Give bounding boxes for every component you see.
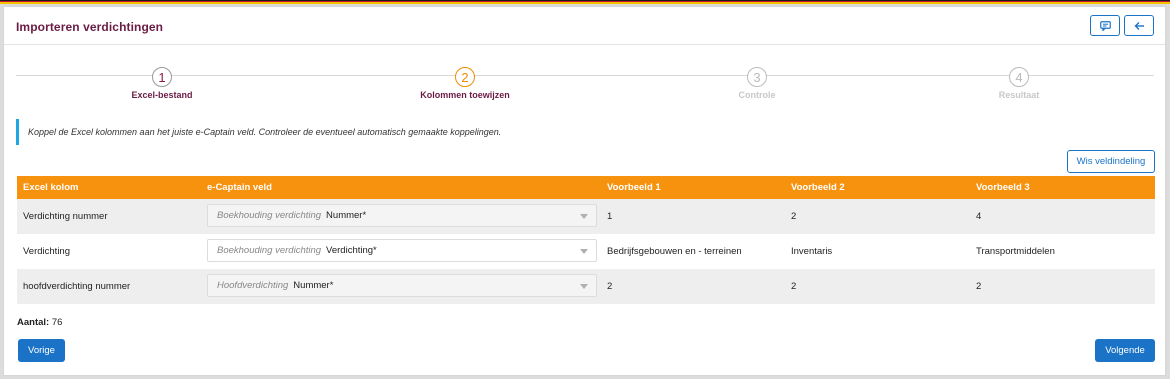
field-value: Nummer* xyxy=(326,210,367,221)
column-header: Voorbeeld 2 xyxy=(785,176,970,199)
example-cell: 4 xyxy=(970,199,1155,234)
step-number: 3 xyxy=(747,67,767,87)
info-message: Koppel de Excel kolommen aan het juiste … xyxy=(16,119,501,145)
page-title: Importeren verdichtingen xyxy=(16,20,164,34)
step-number: 2 xyxy=(455,67,475,87)
field-cell: Hoofdverdichting Nummer* xyxy=(201,269,601,304)
step-label: Excel-bestand xyxy=(131,90,193,100)
table-row: Verdichting Boekhouding verdichting Verd… xyxy=(17,234,1155,269)
previous-button[interactable]: Vorige xyxy=(18,339,65,362)
example-cell: 2 xyxy=(970,269,1155,304)
column-header: Voorbeeld 3 xyxy=(970,176,1155,199)
step-label: Kolommen toewijzen xyxy=(420,90,510,100)
back-button[interactable] xyxy=(1124,15,1154,36)
field-select[interactable]: Boekhouding verdichting Verdichting* xyxy=(207,239,597,262)
step-controle: 3 Controle xyxy=(687,67,827,100)
field-group: Hoofdverdichting xyxy=(217,280,289,291)
chevron-down-icon xyxy=(580,284,588,289)
field-select[interactable]: Boekhouding verdichting Nummer* xyxy=(207,204,597,227)
comment-button[interactable] xyxy=(1090,15,1120,36)
mapping-table: Excel kolom e-Captain veld Voorbeeld 1 V… xyxy=(17,176,1155,304)
example-cell: 1 xyxy=(601,199,785,234)
field-value: Verdichting* xyxy=(326,245,377,256)
excel-column-cell: hoofdverdichting nummer xyxy=(17,269,201,304)
chevron-down-icon xyxy=(580,214,588,219)
comment-icon xyxy=(1099,20,1111,31)
field-cell: Boekhouding verdichting Verdichting* xyxy=(201,234,601,269)
example-cell: Bedrijfsgebouwen en - terreinen xyxy=(607,246,742,257)
step-resultaat: 4 Resultaat xyxy=(949,67,1089,100)
row-count: Aantal: 76 xyxy=(17,317,62,328)
clear-mapping-button[interactable]: Wis veldindeling xyxy=(1067,150,1155,173)
arrow-left-icon xyxy=(1134,21,1144,30)
table-row: Verdichting nummer Boekhouding verdichti… xyxy=(17,199,1155,234)
step-label: Resultaat xyxy=(998,90,1040,100)
next-button[interactable]: Volgende xyxy=(1095,339,1155,362)
example-cell: Inventaris xyxy=(791,246,833,257)
example-cell: 2 xyxy=(785,269,970,304)
chevron-down-icon xyxy=(580,249,588,254)
field-value: Nummer* xyxy=(293,280,334,291)
example-cell: Transportmiddelen xyxy=(976,246,1055,257)
row-count-label: Aantal: xyxy=(17,317,50,328)
card-header: Importeren verdichtingen xyxy=(4,7,1165,45)
table-header-row: Excel kolom e-Captain veld Voorbeeld 1 V… xyxy=(17,176,1155,199)
column-header: Excel kolom xyxy=(17,176,201,199)
step-excel-bestand: 1 Excel-bestand xyxy=(92,67,232,100)
excel-column-cell: Verdichting xyxy=(23,246,71,257)
step-kolommen-toewijzen: 2 Kolommen toewijzen xyxy=(395,67,535,100)
step-number: 4 xyxy=(1009,67,1029,87)
example-cell: 2 xyxy=(601,269,785,304)
column-header: Voorbeeld 1 xyxy=(601,176,785,199)
step-label: Controle xyxy=(738,90,776,100)
import-card: Importeren verdichtingen 1 Excel-bestand… xyxy=(3,6,1166,376)
flag-stripe xyxy=(0,0,1170,4)
field-group: Boekhouding verdichting xyxy=(217,210,322,221)
field-cell: Boekhouding verdichting Nummer* xyxy=(201,199,601,234)
row-count-value: 76 xyxy=(51,317,63,328)
field-group: Boekhouding verdichting xyxy=(217,245,322,256)
excel-column-cell: Verdichting nummer xyxy=(17,199,201,234)
example-cell: 2 xyxy=(785,199,970,234)
step-number: 1 xyxy=(152,67,172,87)
column-header: e-Captain veld xyxy=(201,176,601,199)
table-row: hoofdverdichting nummer Hoofdverdichting… xyxy=(17,269,1155,304)
field-select[interactable]: Hoofdverdichting Nummer* xyxy=(207,274,597,297)
